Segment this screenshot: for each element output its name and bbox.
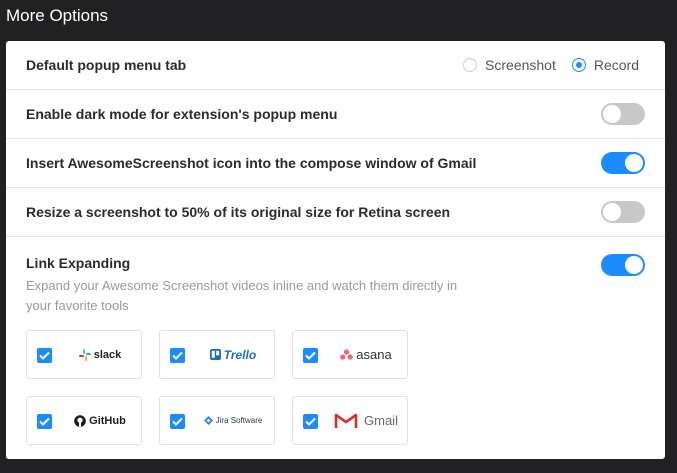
integration-tile-slack[interactable]: slack bbox=[26, 330, 142, 379]
checkbox-slack[interactable] bbox=[37, 348, 52, 363]
gmail-logo: Gmail bbox=[331, 397, 401, 444]
integration-tile-gmail[interactable]: Gmail bbox=[292, 396, 408, 445]
jira-name: Jira Software bbox=[215, 416, 263, 425]
jira-icon bbox=[203, 416, 213, 425]
checkbox-asana[interactable] bbox=[303, 348, 318, 363]
options-card: Default popup menu tab Screenshot Record… bbox=[6, 41, 665, 459]
gmail-icon bbox=[334, 413, 358, 428]
integration-tiles: slack Trello asana GitHub Jira Software … bbox=[26, 330, 645, 460]
page-title: More Options bbox=[6, 6, 109, 25]
link-expanding-toggle[interactable] bbox=[601, 254, 645, 276]
checkmark-icon bbox=[172, 417, 183, 426]
checkbox-jira[interactable] bbox=[170, 414, 185, 429]
dark-mode-row: Enable dark mode for extension's popup m… bbox=[6, 90, 665, 139]
gmail-icon-toggle[interactable] bbox=[601, 152, 645, 174]
integration-tile-github[interactable]: GitHub bbox=[26, 396, 142, 445]
radio-record-label: Record bbox=[593, 57, 639, 73]
retina-label: Resize a screenshot to 50% of its origin… bbox=[26, 204, 451, 220]
trello-logo: Trello bbox=[198, 331, 268, 378]
integration-tile-trello[interactable]: Trello bbox=[159, 330, 275, 379]
integration-tile-jira[interactable]: Jira Software bbox=[159, 396, 275, 445]
toggle-knob bbox=[603, 203, 621, 221]
trello-name: Trello bbox=[223, 347, 257, 362]
checkbox-github[interactable] bbox=[37, 414, 52, 429]
github-name: GitHub bbox=[89, 414, 126, 427]
slack-logo: slack bbox=[65, 331, 135, 378]
link-expanding-section: Link Expanding Expand your Awesome Scree… bbox=[6, 237, 665, 460]
asana-logo: asana bbox=[331, 331, 401, 378]
github-logo: GitHub bbox=[65, 397, 135, 444]
integration-tile-asana[interactable]: asana bbox=[292, 330, 408, 379]
link-expanding-description: Expand your Awesome Screenshot videos in… bbox=[26, 278, 458, 313]
checkmark-icon bbox=[172, 351, 183, 360]
gmail-name: Gmail bbox=[364, 413, 398, 428]
checkmark-icon bbox=[305, 351, 316, 360]
radio-screenshot-circle[interactable] bbox=[463, 58, 478, 72]
checkmark-icon bbox=[39, 417, 50, 426]
popup-tab-row: Default popup menu tab Screenshot Record bbox=[6, 41, 665, 90]
dark-mode-label: Enable dark mode for extension's popup m… bbox=[26, 106, 338, 122]
popup-tab-radio-group: Screenshot Record bbox=[447, 41, 639, 89]
checkbox-gmail[interactable] bbox=[303, 414, 318, 429]
gmail-icon-label: Insert AwesomeScreenshot icon into the c… bbox=[26, 155, 477, 171]
retina-row: Resize a screenshot to 50% of its origin… bbox=[6, 188, 665, 237]
radio-record-circle[interactable] bbox=[571, 58, 586, 72]
radio-screenshot[interactable]: Screenshot bbox=[463, 57, 556, 73]
asana-icon bbox=[340, 349, 354, 360]
github-icon bbox=[74, 414, 86, 427]
toggle-knob bbox=[603, 105, 621, 123]
retina-toggle[interactable] bbox=[601, 201, 645, 223]
checkmark-icon bbox=[305, 417, 316, 426]
checkmark-icon bbox=[39, 351, 50, 360]
slack-icon bbox=[78, 348, 91, 361]
dark-mode-toggle[interactable] bbox=[601, 103, 645, 125]
radio-record[interactable]: Record bbox=[571, 57, 639, 73]
toggle-knob bbox=[625, 154, 643, 172]
slack-name: slack bbox=[93, 348, 122, 361]
asana-name: asana bbox=[356, 347, 392, 362]
toggle-knob bbox=[625, 256, 643, 274]
jira-logo: Jira Software bbox=[198, 397, 268, 444]
trello-icon bbox=[209, 349, 221, 360]
gmail-icon-row: Insert AwesomeScreenshot icon into the c… bbox=[6, 139, 665, 188]
popup-tab-label: Default popup menu tab bbox=[26, 57, 187, 73]
checkbox-trello[interactable] bbox=[170, 348, 185, 363]
radio-screenshot-label: Screenshot bbox=[485, 57, 556, 73]
link-expanding-label: Link Expanding bbox=[26, 255, 131, 271]
